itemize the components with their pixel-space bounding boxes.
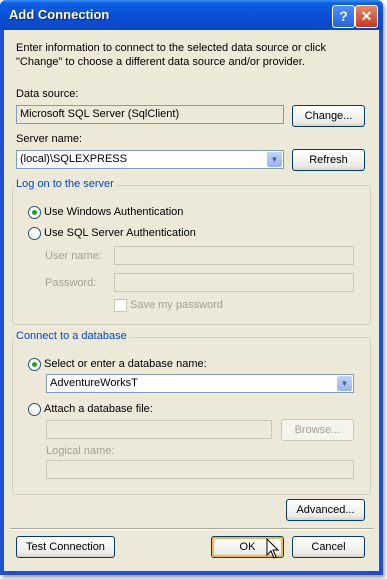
server-name-value: (local)\SQLEXPRESS <box>20 153 127 165</box>
windows-auth-radio[interactable] <box>28 206 41 219</box>
mouse-pointer-icon <box>266 538 280 559</box>
change-button[interactable]: Change... <box>292 105 365 127</box>
advanced-button[interactable]: Advanced... <box>286 499 365 521</box>
password-label: Password: <box>45 277 97 289</box>
intro-text-line1: Enter information to connect to the sele… <box>16 42 326 54</box>
dialog-body: Enter information to connect to the sele… <box>4 30 379 571</box>
cancel-button[interactable]: Cancel <box>292 536 365 558</box>
add-connection-dialog: Add Connection ? ✕ Enter information to … <box>0 0 383 575</box>
logical-name-label: Logical name: <box>46 445 115 457</box>
select-database-label[interactable]: Select or enter a database name: <box>44 358 207 370</box>
user-name-input[interactable] <box>114 246 354 265</box>
separator <box>10 528 373 530</box>
data-source-field: Microsoft SQL Server (SqlClient) <box>16 105 284 124</box>
intro-text-line2: "Change" to choose a different data sour… <box>16 56 305 68</box>
server-name-combobox[interactable]: (local)\SQLEXPRESS ▼ <box>16 150 284 169</box>
database-name-value: AdventureWorksT <box>50 377 138 389</box>
data-source-label: Data source: <box>16 88 79 100</box>
sql-auth-radio[interactable] <box>28 227 41 240</box>
logical-name-input[interactable] <box>46 460 354 479</box>
password-input[interactable] <box>114 273 354 292</box>
save-password-checkbox[interactable] <box>114 299 127 312</box>
database-name-combobox[interactable]: AdventureWorksT ▼ <box>46 374 354 393</box>
attach-file-label[interactable]: Attach a database file: <box>44 403 153 415</box>
browse-button[interactable]: Browse... <box>281 419 354 441</box>
dropdown-arrow-icon[interactable]: ▼ <box>337 376 352 391</box>
attach-file-radio[interactable] <box>28 403 41 416</box>
attach-file-input[interactable] <box>46 420 272 439</box>
help-button[interactable]: ? <box>332 5 355 28</box>
sql-auth-label[interactable]: Use SQL Server Authentication <box>44 227 196 239</box>
save-password-label[interactable]: Save my password <box>130 299 223 311</box>
dropdown-arrow-icon[interactable]: ▼ <box>267 152 282 167</box>
test-connection-button[interactable]: Test Connection <box>16 536 115 558</box>
user-name-label: User name: <box>45 250 102 262</box>
windows-auth-label[interactable]: Use Windows Authentication <box>44 206 183 218</box>
refresh-button[interactable]: Refresh <box>292 149 365 171</box>
dialog-title: Add Connection <box>9 7 110 22</box>
close-button[interactable]: ✕ <box>355 5 378 28</box>
select-database-radio[interactable] <box>28 358 41 371</box>
logon-group-label: Log on to the server <box>14 178 116 190</box>
server-name-label: Server name: <box>16 133 83 145</box>
title-bar[interactable]: Add Connection ? ✕ <box>0 0 383 30</box>
database-group-label: Connect to a database <box>14 330 129 342</box>
